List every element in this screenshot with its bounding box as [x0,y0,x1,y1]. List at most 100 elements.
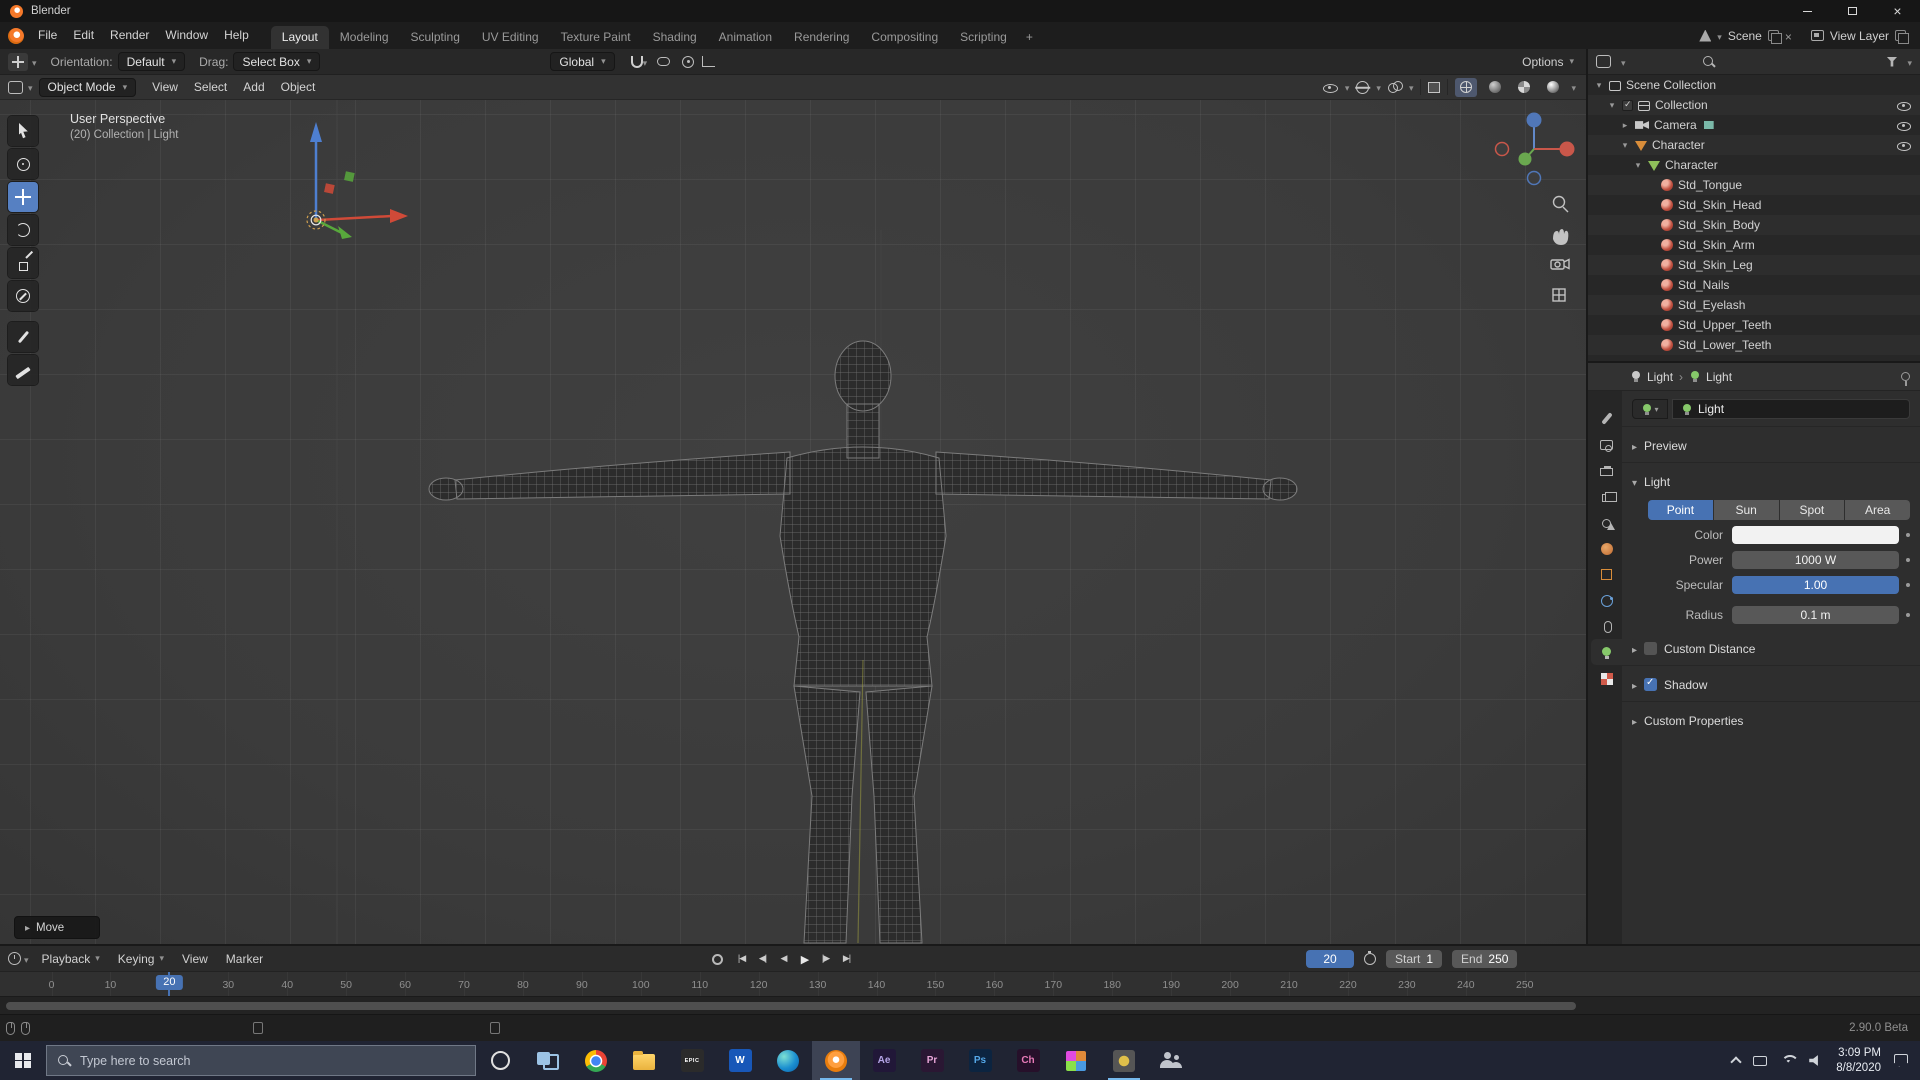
workspace-tab-uv-editing[interactable]: UV Editing [471,26,550,49]
editor-type-icon[interactable] [8,80,23,94]
outliner-row-std-eyelash[interactable]: Std_Eyelash [1588,295,1920,315]
proportional-falloff-icon[interactable] [702,56,716,67]
shading-solid-button[interactable] [1484,78,1506,97]
taskbar-app-word[interactable]: W [716,1041,764,1080]
timeline-menu-view[interactable]: View [173,952,217,966]
taskbar-app-task-view[interactable] [524,1041,572,1080]
light-color-swatch[interactable] [1732,526,1899,544]
viewport-canvas[interactable] [0,100,1586,944]
light-section-header[interactable]: Light [1632,472,1910,491]
scene-dropdown-caret[interactable] [1717,29,1722,43]
taskbar-app-people[interactable] [1148,1041,1196,1080]
shading-wireframe-button[interactable] [1455,77,1478,97]
taskbar-app-edge[interactable] [764,1041,812,1080]
properties-tab-object[interactable] [1591,561,1622,587]
rotate-tool[interactable] [8,215,38,245]
timeline-ruler[interactable]: 0 10 20 30 40 50 60 70 80 90 100 110 120 130 140 150 160… [0,972,1920,998]
menu-window[interactable]: Window [157,28,216,42]
xray-toggle-icon[interactable] [1428,81,1441,93]
outliner-row-character[interactable]: ▾ Character [1588,135,1920,155]
taskbar-app-media-app[interactable] [1100,1041,1148,1080]
orientation-dropdown[interactable]: Default [117,52,186,71]
visibility-caret[interactable] [1345,80,1350,94]
caret-down-icon[interactable]: ▾ [1620,140,1630,151]
workspace-tab-compositing[interactable]: Compositing [860,26,949,49]
taskbar-app-character-animator[interactable]: Ch [1004,1041,1052,1080]
workspace-tab-animation[interactable]: Animation [708,26,783,49]
animate-dot-icon[interactable] [1906,613,1910,617]
taskbar-app-chrome[interactable] [572,1041,620,1080]
snap-caret[interactable] [643,55,648,69]
visibility-toggles-icon[interactable] [1322,80,1338,94]
current-frame-field[interactable]: 20 [1306,950,1354,968]
light-type-area[interactable]: Area [1845,500,1910,520]
viewport-menu-object[interactable]: Object [273,74,324,101]
radius-field[interactable]: 0.1 m [1732,606,1899,624]
jump-to-end-button[interactable]: ▶| [838,953,855,966]
mode-dropdown[interactable]: Object Mode [38,77,137,97]
shading-rendered-button[interactable] [1542,78,1564,97]
caret-down-icon[interactable]: ▾ [1594,80,1604,91]
outliner-search-icon[interactable] [1702,55,1716,69]
overlays-icon[interactable] [1387,81,1403,93]
proportional-editing-icon[interactable] [682,55,695,68]
taskbar-app-browser-circle[interactable] [476,1041,524,1080]
outliner-mode-caret[interactable] [1621,55,1626,69]
workspace-tab-layout[interactable]: Layout [270,26,329,49]
shadow-checkbox[interactable] [1644,677,1658,691]
workspace-tab-scripting[interactable]: Scripting [949,26,1018,49]
timeline-editor-icon[interactable] [8,952,21,965]
scrollbar-handle[interactable] [6,1002,1576,1010]
workspace-tab-sculpting[interactable]: Sculpting [400,26,471,49]
taskbar-clock[interactable]: 3:09 PM 8/8/2020 [1836,1046,1881,1076]
maximize-button[interactable] [1830,0,1875,22]
caret-right-icon[interactable]: ▸ [1620,120,1630,131]
overlays-caret[interactable] [1409,80,1414,94]
properties-tab-render[interactable] [1591,431,1622,457]
properties-tab-world[interactable] [1591,535,1622,561]
jump-to-start-button[interactable]: |◀ [733,953,750,966]
breadcrumb-data[interactable]: Light [1706,370,1732,384]
annotate-tool[interactable] [8,322,38,352]
play-reverse-button[interactable]: ◀ [775,953,792,966]
caret-down-icon[interactable]: ▾ [1607,100,1617,111]
animate-dot-icon[interactable] [1906,533,1910,537]
taskbar-app-premiere[interactable]: Pr [908,1041,956,1080]
outliner-row-std-skin-arm[interactable]: Std_Skin_Arm [1588,235,1920,255]
viewport-nav-buttons[interactable] [1550,195,1570,302]
cursor-tool[interactable] [8,149,38,179]
snap-target-icon[interactable] [657,57,671,66]
outliner-row-character[interactable]: ▾ Character [1588,155,1920,175]
timeline-menu-keying[interactable]: Keying [109,952,173,966]
breadcrumb-object[interactable]: Light [1647,370,1673,384]
custom-properties-section-header[interactable]: Custom Properties [1632,711,1910,730]
outliner-filter-caret[interactable] [1907,55,1912,69]
next-keyframe-button[interactable]: |▶ [817,953,834,966]
prev-keyframe-button[interactable]: ◀| [754,953,771,966]
timeline-menu-marker[interactable]: Marker [217,952,272,966]
new-scene-icon[interactable] [1767,30,1782,44]
navigation-gizmo[interactable] [1494,112,1575,186]
timeline-editor-caret[interactable] [24,952,29,966]
end-frame-field[interactable]: End 250 [1452,950,1518,968]
visibility-eye-icon[interactable] [1896,138,1911,152]
properties-tab-object-data[interactable] [1591,639,1622,665]
visibility-eye-icon[interactable] [1896,98,1911,112]
outliner-row-std-lower-teeth[interactable]: Std_Lower_Teeth [1588,335,1920,355]
move-tool[interactable] [8,182,38,212]
tray-expand-icon[interactable] [1730,1056,1742,1068]
character-model[interactable] [428,340,1298,944]
menu-help[interactable]: Help [216,28,257,42]
view-layer-selector[interactable]: View Layer [1830,29,1889,43]
taskbar-app-file-explorer[interactable] [620,1041,668,1080]
taskbar-search[interactable] [46,1045,476,1076]
taskbar-app-photoshop[interactable]: Ps [956,1041,1004,1080]
menu-render[interactable]: Render [102,28,157,42]
outliner-filter-icon[interactable] [1886,56,1898,67]
blender-menu-icon[interactable] [8,27,24,44]
visibility-eye-icon[interactable] [1896,118,1911,132]
custom-distance-section-header[interactable]: Custom Distance [1632,639,1910,658]
light-object-move-gizmo[interactable] [306,122,408,239]
taskbar-app-epic-games[interactable]: EPIC [668,1041,716,1080]
select-box-tool[interactable] [8,116,38,146]
